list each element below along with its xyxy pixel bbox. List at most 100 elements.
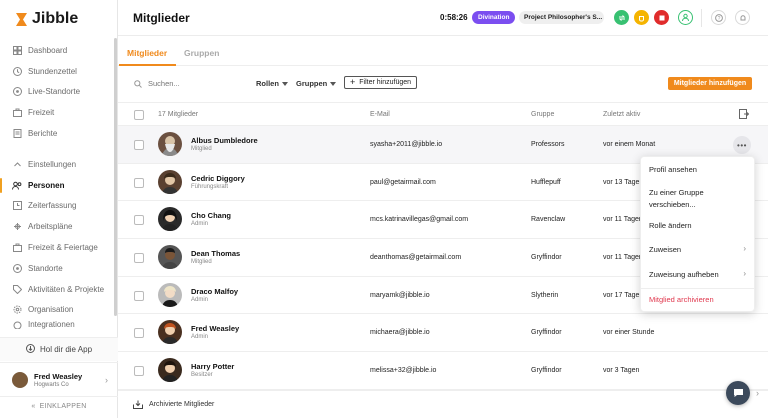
sidebar-scrollbar[interactable]: [114, 38, 117, 316]
dashboard-icon: [12, 45, 22, 55]
member-name[interactable]: Draco Malfoy: [191, 287, 238, 296]
table-row[interactable]: Harry Potter Besitzer melissa+32@jibble.…: [118, 352, 768, 390]
switch-activity-button[interactable]: [614, 10, 629, 25]
column-group[interactable]: Gruppe: [531, 111, 554, 118]
avatar: [158, 207, 182, 232]
person-clock-icon: [682, 13, 689, 22]
column-last-active[interactable]: Zuletzt aktiv: [603, 111, 640, 118]
member-role: Mitglied: [191, 146, 212, 152]
column-email[interactable]: E-Mail: [370, 111, 390, 118]
menu-divider: [641, 288, 754, 289]
sidebar-item-standorte[interactable]: Standorte: [0, 258, 118, 279]
member-name[interactable]: Harry Potter: [191, 362, 234, 371]
avatar: [158, 132, 182, 156]
add-members-button[interactable]: Mitglieder hinzufügen: [668, 77, 752, 90]
sidebar-item-aktivitaeten-projekte[interactable]: Aktivitäten & Projekte: [0, 279, 118, 300]
chat-support-button[interactable]: [726, 381, 750, 405]
time-tracking-icon: [12, 201, 22, 211]
current-user-card[interactable]: Fred Weasley Hogwarts Co ›: [0, 362, 118, 396]
member-name[interactable]: Cho Chang: [191, 211, 231, 220]
nav-divider: [0, 144, 118, 154]
app-name: Jibble: [32, 10, 79, 27]
project-chip[interactable]: Project Philosopher's S...: [519, 11, 604, 24]
notifications-button[interactable]: [735, 10, 750, 25]
sidebar-item-freizeit[interactable]: Freizeit: [0, 102, 118, 123]
member-last-active: vor einer Stunde: [603, 329, 655, 337]
chevron-right-icon: ›: [743, 244, 746, 253]
sidebar-item-label: Personen: [28, 180, 65, 190]
tab-mitglieder[interactable]: Mitglieder: [127, 48, 167, 58]
svg-text:?: ?: [717, 16, 720, 22]
sidebar-item-personen[interactable]: Personen: [0, 175, 118, 196]
member-name[interactable]: Fred Weasley: [191, 324, 239, 333]
sidebar-item-integrationen[interactable]: Integrationen: [0, 320, 118, 330]
bell-icon: [740, 14, 745, 20]
caret-down-icon: [330, 81, 337, 86]
member-name[interactable]: Dean Thomas: [191, 249, 240, 258]
sidebar-item-label: Zeiterfassung: [28, 201, 77, 211]
sidebar-item-live-standorte[interactable]: Live-Standorte: [0, 82, 118, 103]
menu-item-archive-member[interactable]: Mitglied archivieren: [649, 295, 714, 304]
menu-item-assign[interactable]: Zuweisen: [649, 245, 681, 254]
sidebar-item-zeiterfassung[interactable]: Zeiterfassung: [0, 196, 118, 217]
sidebar-item-dashboard[interactable]: Dashboard: [0, 40, 118, 61]
menu-item-move-to-group[interactable]: Zu einer Gruppe verschieben...: [649, 187, 719, 211]
logo[interactable]: Jibble: [14, 10, 78, 28]
search-box[interactable]: [134, 79, 208, 88]
get-app-button[interactable]: Hol dir die App: [0, 337, 118, 361]
tab-gruppen[interactable]: Gruppen: [184, 48, 219, 58]
member-role: Admin: [191, 221, 209, 228]
sidebar-item-arbeitsplaene[interactable]: Arbeitspläne: [0, 216, 118, 237]
activity-chip[interactable]: Divination: [472, 11, 516, 24]
sidebar-item-freizeit-feiertage[interactable]: Freizeit & Feiertage: [0, 237, 118, 258]
gear-icon: [12, 305, 22, 315]
collapse-sidebar-button[interactable]: « EINKLAPPEN: [0, 396, 118, 416]
break-button[interactable]: [634, 10, 649, 25]
row-checkbox[interactable]: [134, 253, 144, 264]
tag-icon: [12, 284, 22, 294]
member-name[interactable]: Cedric Diggory: [191, 174, 245, 183]
avatar: [158, 245, 182, 270]
select-all-checkbox[interactable]: [134, 110, 144, 120]
row-more-button[interactable]: •••: [733, 136, 751, 154]
avatar: [12, 371, 28, 388]
sidebar-item-stundenzettel[interactable]: Stundenzettel: [0, 61, 118, 82]
help-button[interactable]: ?: [711, 10, 726, 25]
sidebar-item-organisation[interactable]: Organisation: [0, 300, 118, 321]
time-entry-button[interactable]: [678, 10, 693, 25]
switch-icon: [618, 14, 625, 21]
current-user-name: Fred Weasley: [34, 371, 83, 381]
export-icon[interactable]: [739, 109, 749, 120]
row-checkbox[interactable]: [134, 290, 144, 301]
member-email: mcs.katrinavillegas@gmail.com: [370, 216, 469, 224]
sidebar-item-berichte[interactable]: Berichte: [0, 123, 118, 144]
groups-dropdown[interactable]: Gruppen: [296, 79, 337, 88]
roles-dropdown[interactable]: Rollen: [256, 79, 288, 88]
sidebar-nav: Dashboard Stundenzettel Live-Standorte F…: [0, 40, 118, 330]
menu-item-unassign[interactable]: Zuweisung aufheben: [649, 270, 719, 279]
chevron-right-icon[interactable]: ›: [756, 388, 759, 398]
row-context-menu: Profil ansehen Zu einer Gruppe verschieb…: [640, 156, 755, 312]
row-checkbox[interactable]: [134, 366, 144, 377]
sidebar-item-einstellungen[interactable]: Einstellungen: [0, 154, 118, 175]
add-filter-button[interactable]: + Filter hinzufügen: [344, 76, 418, 89]
archived-members-bar[interactable]: Archivierte Mitglieder: [118, 390, 768, 418]
member-role: Admin: [191, 296, 209, 303]
menu-item-change-role[interactable]: Rolle ändern: [649, 221, 692, 230]
roles-dropdown-label: Rollen: [256, 79, 279, 88]
get-app-label: Hol dir die App: [39, 345, 93, 354]
table-row[interactable]: Fred Weasley Admin michaera@jibble.io Gr…: [118, 314, 768, 353]
menu-item-view-profile[interactable]: Profil ansehen: [649, 165, 697, 174]
stop-timer-button[interactable]: [654, 10, 669, 25]
member-name[interactable]: Albus Dumbledore: [191, 136, 258, 145]
row-checkbox[interactable]: [134, 215, 144, 226]
member-last-active: vor 17 Tagen: [603, 291, 644, 299]
sidebar: Jibble Dashboard Stundenzettel Live-Stan…: [0, 0, 118, 418]
member-group: Professors: [531, 141, 565, 148]
row-checkbox[interactable]: [134, 177, 144, 188]
row-checkbox[interactable]: [134, 140, 144, 150]
row-checkbox[interactable]: [134, 328, 144, 339]
search-input[interactable]: [148, 79, 208, 88]
integration-icon: [12, 320, 22, 330]
chat-icon: [733, 389, 743, 397]
